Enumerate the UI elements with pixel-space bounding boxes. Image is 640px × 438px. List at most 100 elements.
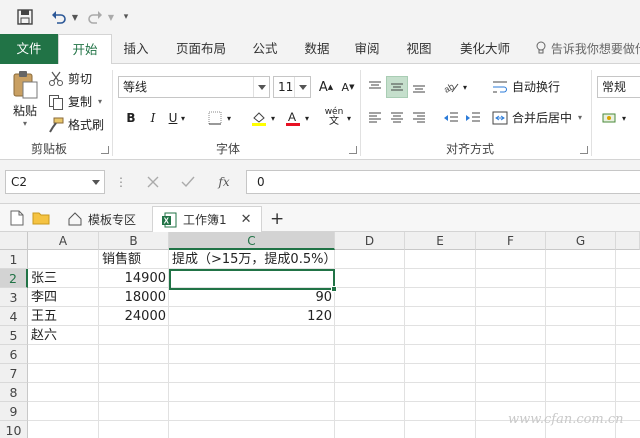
- column-header-h[interactable]: [616, 232, 640, 250]
- row-header-6[interactable]: 6: [0, 345, 28, 364]
- cell-a4[interactable]: 王五: [28, 307, 60, 326]
- paste-dropdown-icon[interactable]: ▾: [23, 119, 27, 128]
- font-size-select[interactable]: 11: [273, 76, 311, 98]
- confirm-entry-icon[interactable]: [176, 170, 200, 194]
- copy-dropdown-icon[interactable]: ▾: [98, 97, 102, 106]
- bold-button[interactable]: B: [120, 107, 142, 129]
- column-header-g[interactable]: G: [546, 232, 616, 250]
- tab-workbook1[interactable]: X 工作簿1 ✕: [152, 206, 262, 233]
- paste-button[interactable]: 粘贴 ▾: [8, 70, 42, 128]
- fill-color-icon[interactable]: [248, 107, 270, 129]
- number-format-select[interactable]: 常规: [597, 76, 640, 98]
- merge-center-button[interactable]: 合并后居中 ▾: [492, 109, 582, 126]
- row-header-9[interactable]: 9: [0, 402, 28, 421]
- customize-toolbar-icon[interactable]: ▾: [120, 6, 132, 28]
- tab-data[interactable]: 数据: [296, 34, 338, 64]
- orientation-icon[interactable]: ab: [440, 76, 462, 98]
- font-name-select[interactable]: 等线: [118, 76, 270, 98]
- align-center-icon[interactable]: [386, 107, 408, 129]
- tab-home[interactable]: 开始: [58, 34, 112, 65]
- worksheet-grid[interactable]: A B C D E F G 1 2 3 4 5 6 7 8 9 10 销售额 提…: [0, 232, 640, 438]
- cell-b1[interactable]: 销售额: [99, 250, 144, 269]
- align-left-icon[interactable]: [364, 107, 386, 129]
- select-all-corner[interactable]: [0, 232, 28, 250]
- tab-page-layout[interactable]: 页面布局: [168, 34, 234, 64]
- format-painter-button[interactable]: 格式刷: [48, 116, 104, 133]
- row-header-8[interactable]: 8: [0, 383, 28, 402]
- tab-beautify[interactable]: 美化大师: [452, 34, 518, 64]
- phonetic-guide-button[interactable]: wén 文: [322, 104, 346, 130]
- border-icon[interactable]: [204, 107, 226, 129]
- alignment-launcher-icon[interactable]: [580, 146, 588, 154]
- fill-handle[interactable]: [331, 286, 337, 292]
- italic-button[interactable]: I: [142, 107, 164, 129]
- increase-font-size-icon[interactable]: A ▲: [315, 76, 337, 98]
- column-header-a[interactable]: A: [28, 232, 99, 250]
- cell-c4[interactable]: 120: [169, 307, 335, 326]
- cell-a5[interactable]: 赵六: [28, 326, 60, 345]
- align-bottom-icon[interactable]: [408, 76, 430, 98]
- increase-indent-icon[interactable]: [462, 107, 484, 129]
- column-header-c[interactable]: C: [169, 232, 335, 250]
- close-tab-icon[interactable]: ✕: [241, 212, 252, 227]
- tab-template-zone[interactable]: 模板专区: [60, 206, 144, 232]
- new-file-icon[interactable]: [6, 207, 28, 229]
- formula-input[interactable]: 0: [246, 170, 640, 194]
- row-header-5[interactable]: 5: [0, 326, 28, 345]
- add-tab-button[interactable]: +: [262, 206, 292, 232]
- cell-a3[interactable]: 李四: [28, 288, 60, 307]
- tab-review[interactable]: 审阅: [346, 34, 388, 64]
- row-header-10[interactable]: 10: [0, 421, 28, 438]
- insert-function-button[interactable]: fx: [212, 170, 236, 194]
- column-header-b[interactable]: B: [99, 232, 169, 250]
- redo-dropdown-icon[interactable]: ▼: [106, 6, 116, 28]
- tell-me-search[interactable]: 告诉我你想要做什: [535, 34, 640, 64]
- redo-icon[interactable]: [84, 6, 106, 28]
- decrease-indent-icon[interactable]: [440, 107, 462, 129]
- phonetic-dropdown-icon[interactable]: ▾: [344, 107, 354, 129]
- cut-button[interactable]: 剪切: [48, 70, 92, 87]
- merge-dropdown-icon[interactable]: ▾: [578, 113, 582, 122]
- row-header-1[interactable]: 1: [0, 250, 28, 269]
- cell-a2[interactable]: 张三: [28, 269, 60, 288]
- font-color-icon[interactable]: A: [282, 107, 304, 129]
- orientation-dropdown-icon[interactable]: ▾: [460, 76, 470, 98]
- clipboard-launcher-icon[interactable]: [101, 146, 109, 154]
- cell-c1[interactable]: 提成（>15万，提成0.5%）: [169, 250, 339, 269]
- cell-b4[interactable]: 24000: [99, 307, 169, 326]
- cancel-entry-icon[interactable]: [141, 170, 165, 194]
- undo-icon[interactable]: [48, 6, 70, 28]
- tab-insert[interactable]: 插入: [114, 34, 158, 64]
- cell-b3[interactable]: 18000: [99, 288, 169, 307]
- align-middle-icon[interactable]: [386, 76, 408, 98]
- border-dropdown-icon[interactable]: ▾: [224, 107, 234, 129]
- tab-file[interactable]: 文件: [0, 34, 58, 64]
- cell-b2[interactable]: 14900: [99, 269, 169, 288]
- fill-color-dropdown-icon[interactable]: ▾: [268, 107, 278, 129]
- wrap-text-button[interactable]: 自动换行: [492, 78, 560, 95]
- tab-formulas[interactable]: 公式: [244, 34, 286, 64]
- column-header-e[interactable]: E: [405, 232, 476, 250]
- copy-button[interactable]: 复制 ▾: [48, 93, 102, 110]
- name-box[interactable]: C2: [5, 170, 105, 194]
- cell-c3[interactable]: 90: [169, 288, 335, 307]
- undo-dropdown-icon[interactable]: ▼: [70, 6, 80, 28]
- font-color-dropdown-icon[interactable]: ▾: [302, 107, 312, 129]
- column-header-f[interactable]: F: [476, 232, 546, 250]
- more-options-icon[interactable]: ⋮: [109, 170, 133, 194]
- font-launcher-icon[interactable]: [349, 146, 357, 154]
- accounting-format-icon[interactable]: [599, 107, 621, 129]
- align-top-icon[interactable]: [364, 76, 386, 98]
- tab-view[interactable]: 视图: [398, 34, 440, 64]
- row-header-3[interactable]: 3: [0, 288, 28, 307]
- align-right-icon[interactable]: [408, 107, 430, 129]
- folder-icon[interactable]: [30, 207, 52, 229]
- accounting-dropdown-icon[interactable]: ▾: [619, 107, 629, 129]
- underline-dropdown-icon[interactable]: ▾: [178, 107, 188, 129]
- row-header-7[interactable]: 7: [0, 364, 28, 383]
- row-header-2[interactable]: 2: [0, 269, 28, 288]
- row-header-4[interactable]: 4: [0, 307, 28, 326]
- column-header-d[interactable]: D: [335, 232, 405, 250]
- decrease-font-size-icon[interactable]: A ▼: [337, 76, 359, 98]
- save-icon[interactable]: [14, 6, 36, 28]
